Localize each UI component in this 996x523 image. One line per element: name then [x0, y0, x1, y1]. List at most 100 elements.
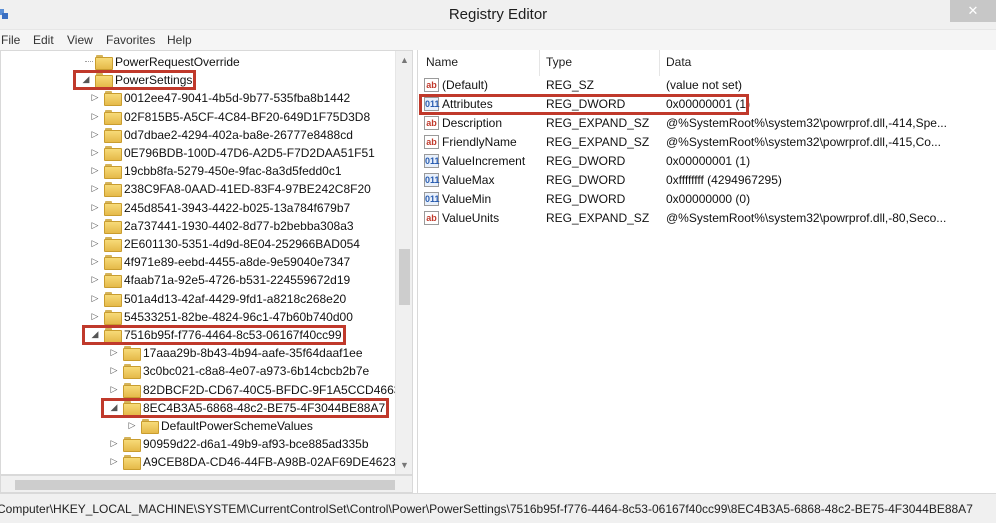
folder-icon: [104, 309, 122, 325]
value-data: 0x00000001 (1): [666, 154, 751, 168]
expand-icon[interactable]: ▷: [90, 201, 100, 213]
key-tree-pane[interactable]: PowerRequestOverride ◢ PowerSettings ▷ 0012e…: [0, 50, 413, 475]
tree-node[interactable]: ▷ 238C9FA8-0AAD-41ED-83F4-97BE242C8F20: [1, 180, 395, 198]
expand-icon[interactable]: ▷: [109, 364, 119, 376]
title-bar: Registry Editor ✕: [0, 0, 996, 30]
column-data-header[interactable]: Data: [666, 55, 691, 71]
value-name: Description: [442, 116, 503, 130]
tree-node[interactable]: ▷ 4faab71a-92e5-4726-b531-224559672d19: [1, 271, 395, 289]
expand-icon[interactable]: ▷: [90, 237, 100, 249]
expand-icon[interactable]: ▷: [109, 383, 119, 395]
tree-node-label: 2a737441-1930-4402-8d77-b2bebba308a3: [124, 218, 354, 233]
menu-view[interactable]: View: [67, 33, 93, 47]
expand-icon[interactable]: ▷: [90, 292, 100, 304]
expand-icon[interactable]: ▷: [109, 455, 119, 467]
folder-icon: [123, 436, 141, 453]
window-title: Registry Editor: [448, 6, 548, 23]
value-row[interactable]: 011 ValueMin REG_DWORD 0x00000000 (0): [418, 190, 996, 209]
value-type: REG_DWORD: [546, 173, 626, 187]
tree-node[interactable]: ▷ 0d7dbae2-4294-402a-ba8e-26777e8488cd: [1, 126, 395, 144]
folder-icon: [104, 90, 122, 107]
value-data: @%SystemRoot%\system32\powrprof.dll,-414…: [666, 116, 947, 130]
menu-bar: File Edit View Favorites Help: [0, 30, 996, 50]
tree-node[interactable]: ▷ A9CEB8DA-CD46-44FB-A98B-02AF69DE4623: [1, 453, 396, 471]
tree-node[interactable]: ▷ 02F815B5-A5CF-4C84-BF20-649D1F75D3D8: [1, 108, 395, 126]
value-row[interactable]: 011 ValueMax REG_DWORD 0xffffffff (42949672…: [418, 171, 996, 190]
expand-icon[interactable]: ▷: [90, 128, 100, 140]
expand-icon[interactable]: ▷: [109, 437, 119, 449]
close-button[interactable]: ✕: [950, 0, 996, 22]
folder-icon: [95, 54, 113, 70]
value-type: REG_DWORD: [546, 154, 626, 168]
value-row[interactable]: 011 ValueIncrement REG_DWORD 0x00000001 (1): [418, 152, 996, 171]
tree-node-label: 501a4d13-42af-4429-9fd1-a8218c268e20: [124, 291, 347, 306]
expand-icon[interactable]: ▷: [90, 219, 100, 231]
expand-icon[interactable]: ▷: [90, 91, 100, 103]
value-data: 0xffffffff (4294967295): [666, 173, 782, 187]
tree-node-label: 82DBCF2D-CD67-40C5-BFDC-9F1A5CCD4663: [143, 382, 401, 397]
expand-icon[interactable]: ▷: [90, 164, 100, 176]
column-separator[interactable]: [659, 50, 660, 76]
column-separator[interactable]: [539, 50, 540, 76]
scroll-thumb[interactable]: [399, 249, 410, 305]
expand-icon[interactable]: ▷: [90, 110, 100, 122]
folder-icon: [104, 163, 122, 180]
tree-node[interactable]: ▷ 501a4d13-42af-4429-9fd1-a8218c268e20: [1, 290, 395, 308]
value-name: (Default): [442, 78, 489, 92]
folder-icon: [104, 181, 122, 198]
tree-node[interactable]: ▷ 0012ee47-9041-4b5d-9b77-535fba8b1442: [1, 89, 395, 107]
folder-icon: [123, 454, 141, 471]
tree-node[interactable]: ▷ 4f971e89-eebd-4455-a8de-9e59040e7347: [1, 253, 395, 271]
value-name: ValueIncrement: [442, 154, 526, 168]
tree-node[interactable]: ▷ DefaultPowerSchemeValues: [1, 417, 395, 435]
tree-node-label: 2E601130-5351-4d9d-8E04-252966BAD054: [124, 237, 360, 251]
tree-node-label: 4f971e89-eebd-4455-a8de-9e59040e7347: [124, 255, 351, 270]
values-pane[interactable]: Name Type Data ab (Default) REG_SZ (value n…: [417, 50, 996, 493]
menu-file[interactable]: File: [1, 33, 20, 47]
tree-node-label: DefaultPowerSchemeValues: [161, 419, 313, 433]
expand-icon[interactable]: ▷: [90, 182, 100, 194]
scroll-down-icon[interactable]: ▼: [396, 458, 412, 472]
tree-node[interactable]: ▷ 82DBCF2D-CD67-40C5-BFDC-9F1A5CCD4663: [1, 381, 400, 399]
value-row[interactable]: ab Description REG_EXPAND_SZ @%SystemRoot%\…: [418, 114, 996, 133]
tree-node[interactable]: ▷ 3c0bc021-c8a8-4e07-a973-6b14cbcb2b7e: [1, 362, 395, 380]
scroll-up-icon[interactable]: ▲: [396, 53, 412, 67]
expand-icon[interactable]: ▷: [90, 310, 100, 322]
expand-icon[interactable]: ▷: [127, 419, 137, 431]
tree-node[interactable]: ▷ 54533251-82be-4824-96c1-47b60b740d00: [1, 308, 395, 326]
hscroll-thumb[interactable]: [15, 480, 395, 490]
tree-node-label: 17aaa29b-8b43-4b94-aafe-35f64daaf1ee: [143, 346, 363, 361]
tree-node-label: 238C9FA8-0AAD-41ED-83F4-97BE242C8F20: [124, 182, 371, 197]
expand-icon[interactable]: ▷: [109, 346, 119, 358]
menu-help[interactable]: Help: [167, 33, 192, 47]
tree-node[interactable]: ▷ 0E796BDB-100D-47D6-A2D5-F7D2DAA51F51: [1, 144, 395, 162]
tree-node[interactable]: ▷ 2E601130-5351-4d9d-8E04-252966BAD054: [1, 235, 395, 253]
value-name: ValueMax: [442, 173, 495, 187]
folder-icon: [104, 218, 122, 234]
tree-node[interactable]: ▷ 19cbb8fa-5279-450e-9fac-8a3d5fedd0c1: [1, 162, 395, 180]
tree-node-label: 0d7dbae2-4294-402a-ba8e-26777e8488cd: [124, 127, 353, 142]
tree-horizontal-scrollbar[interactable]: [0, 475, 413, 493]
menu-favorites[interactable]: Favorites: [106, 33, 155, 47]
tree-node[interactable]: ▷ 2a737441-1930-4402-8d77-b2bebba308a3: [1, 217, 395, 235]
column-type-header[interactable]: Type: [546, 55, 572, 71]
value-row[interactable]: ab FriendlyName REG_EXPAND_SZ @%SystemRoot%…: [418, 133, 996, 152]
tree-node-label: 3c0bc021-c8a8-4e07-a973-6b14cbcb2b7e: [143, 364, 370, 379]
tree-node[interactable]: ▷ 90959d22-d6a1-49b9-af93-bce885ad335b: [1, 435, 395, 453]
menu-edit[interactable]: Edit: [33, 33, 54, 47]
expand-icon[interactable]: ▷: [90, 255, 100, 267]
tree-node-label: 02F815B5-A5CF-4C84-BF20-649D1F75D3D8: [124, 109, 371, 124]
column-name-header[interactable]: Name: [426, 55, 458, 71]
folder-icon: [104, 145, 122, 161]
value-type: REG_DWORD: [546, 192, 626, 206]
tree-node[interactable]: ◢ PowerSettings: [1, 71, 395, 89]
expand-icon[interactable]: ▷: [90, 146, 100, 158]
highlight-box: [73, 70, 196, 91]
tree-node[interactable]: ▷ 245d8541-3943-4422-b025-13a784f679b7: [1, 199, 395, 217]
tree-vertical-scrollbar[interactable]: ▲ ▼: [395, 51, 412, 474]
tree-node[interactable]: ▷ 17aaa29b-8b43-4b94-aafe-35f64daaf1ee: [1, 344, 395, 362]
expand-icon[interactable]: ▷: [90, 273, 100, 285]
tree-node[interactable]: PowerRequestOverride: [1, 53, 395, 71]
value-row[interactable]: ab ValueUnits REG_EXPAND_SZ @%SystemRoot%\s…: [418, 209, 996, 228]
value-row[interactable]: ab (Default) REG_SZ (value not set): [418, 76, 996, 95]
